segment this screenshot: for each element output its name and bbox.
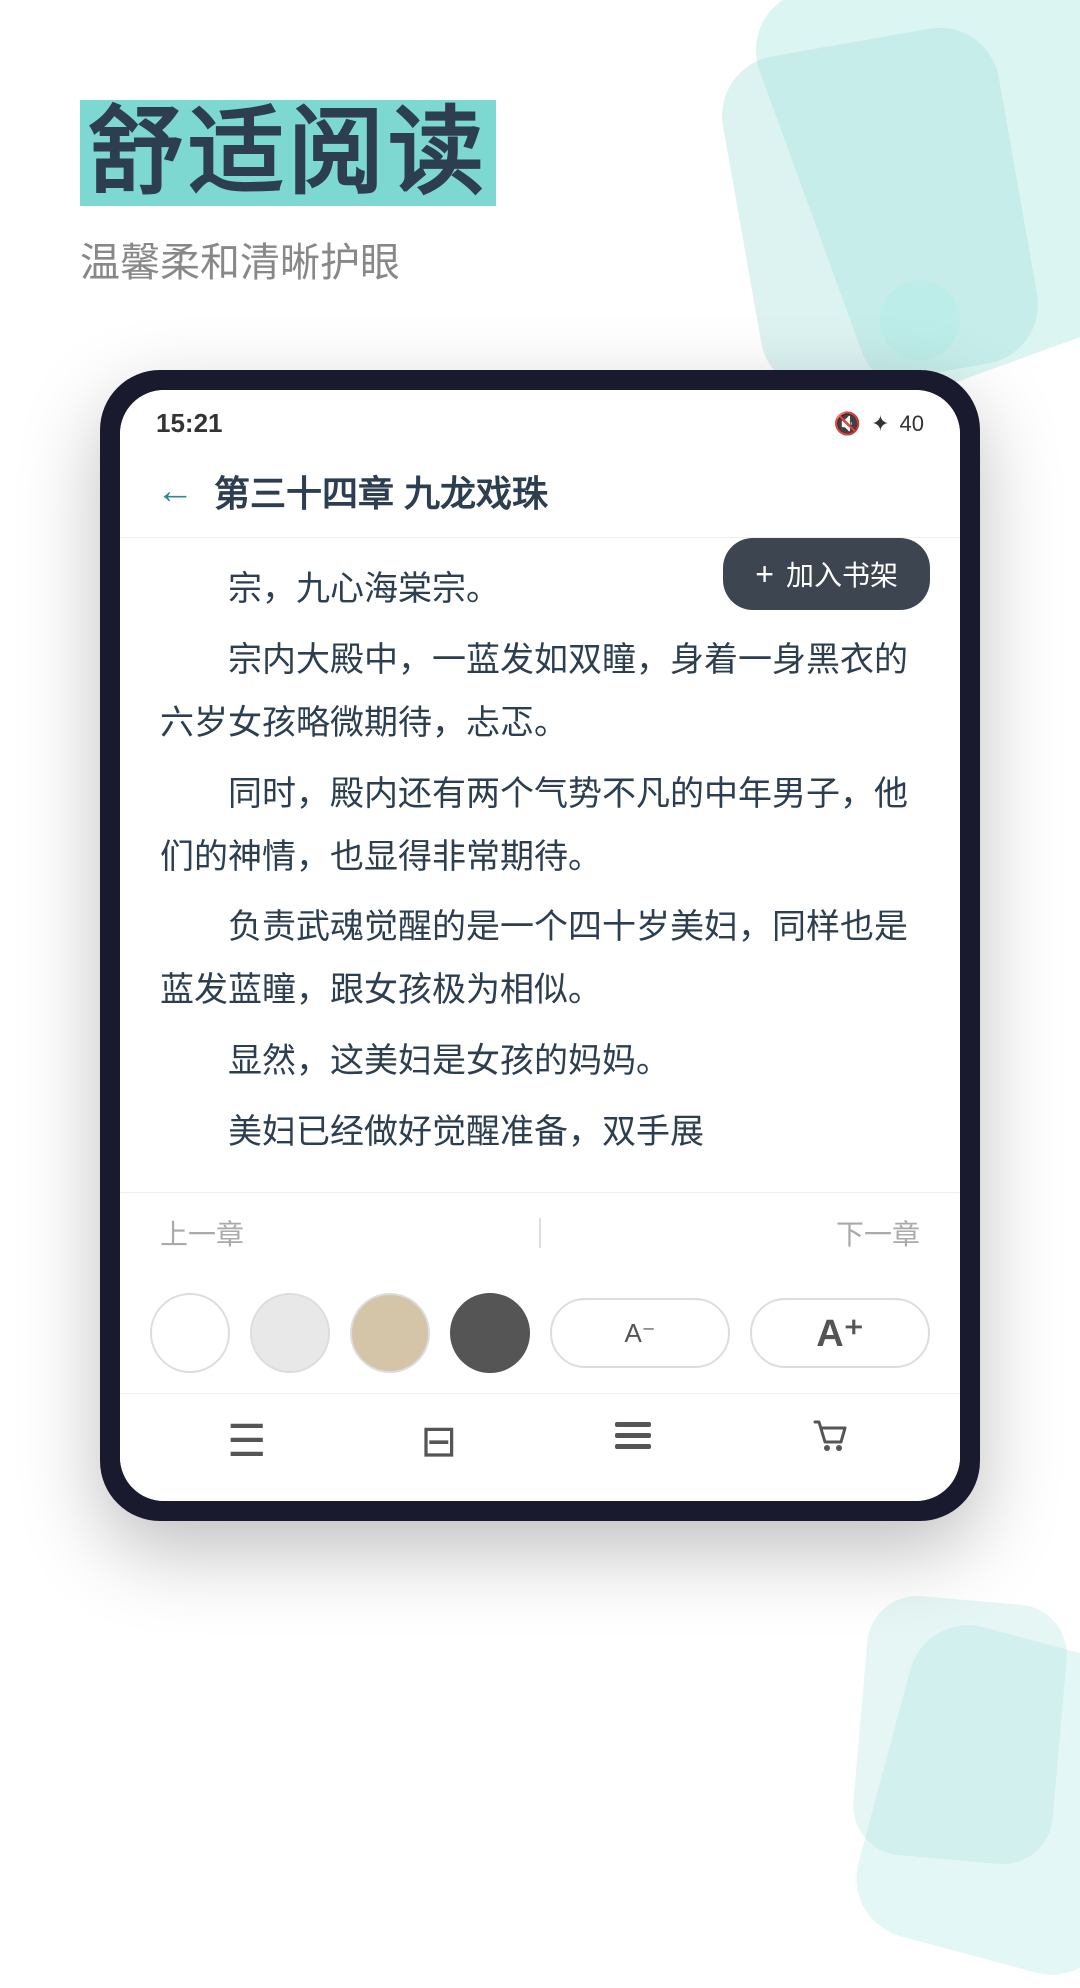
nav-cart[interactable] bbox=[809, 1414, 853, 1473]
plus-icon: + bbox=[755, 556, 774, 593]
bg-shape-br-2 bbox=[849, 1592, 1071, 1868]
hero-title: 舒适阅读 bbox=[80, 100, 496, 206]
hero-title-highlight: 舒适阅读 bbox=[80, 100, 496, 206]
hero-subtitle: 温馨柔和清晰护眼 bbox=[80, 230, 496, 288]
theme-light-gray[interactable] bbox=[250, 1293, 330, 1373]
menu-icon: ☰ bbox=[227, 1416, 266, 1467]
battery-icon: 40 bbox=[900, 411, 924, 437]
tooltip-label: 加入书架 bbox=[786, 554, 898, 594]
bg-circle bbox=[880, 280, 960, 360]
bluetooth-icon: ✦ bbox=[871, 411, 889, 437]
cart-icon bbox=[809, 1414, 853, 1469]
phone-mockup: 15:21 🔇 ✦ 40 ← 第三十四章 九龙戏珠 + 加入书架 宗，九心海棠宗… bbox=[100, 370, 980, 1521]
nav-list[interactable] bbox=[611, 1414, 655, 1473]
volume-icon: 🔇 bbox=[834, 411, 861, 437]
nav-chapters[interactable]: ⊟ bbox=[420, 1416, 457, 1471]
font-decrease-button[interactable]: A⁻ bbox=[550, 1298, 730, 1368]
list-icon bbox=[611, 1414, 655, 1469]
theme-controls: A⁻ A⁺ bbox=[120, 1273, 960, 1393]
bg-shape-2 bbox=[713, 18, 1048, 401]
theme-white[interactable] bbox=[150, 1293, 230, 1373]
content-line-3: 同时，殿内还有两个气势不凡的中年男子，他们的神情，也显得非常期待。 bbox=[160, 763, 920, 889]
prev-chapter-button[interactable]: 上一章 bbox=[160, 1213, 244, 1253]
bottom-navigation: ☰ ⊟ bbox=[120, 1393, 960, 1501]
chapter-navigation: 上一章 下一章 bbox=[120, 1192, 960, 1273]
chapters-icon: ⊟ bbox=[420, 1416, 457, 1467]
phone-screen: 15:21 🔇 ✦ 40 ← 第三十四章 九龙戏珠 + 加入书架 宗，九心海棠宗… bbox=[120, 390, 960, 1501]
nav-menu[interactable]: ☰ bbox=[227, 1416, 266, 1471]
theme-dark[interactable] bbox=[450, 1293, 530, 1373]
status-icons: 🔇 ✦ 40 bbox=[834, 411, 924, 437]
bg-shape-1 bbox=[739, 0, 1080, 409]
content-line-6: 美妇已经做好觉醒准备，双手展 bbox=[160, 1101, 920, 1164]
content-line-5: 显然，这美妇是女孩的妈妈。 bbox=[160, 1030, 920, 1093]
add-to-bookshelf-tooltip[interactable]: + 加入书架 bbox=[723, 538, 930, 610]
content-line-4: 负责武魂觉醒的是一个四十岁美妇，同样也是蓝发蓝瞳，跟女孩极为相似。 bbox=[160, 896, 920, 1022]
next-chapter-button[interactable]: 下一章 bbox=[836, 1213, 920, 1253]
back-button[interactable]: ← bbox=[156, 470, 194, 513]
bg-shape-br-1 bbox=[843, 1612, 1080, 1988]
status-bar: 15:21 🔇 ✦ 40 bbox=[120, 390, 960, 449]
content-line-2: 宗内大殿中，一蓝发如双瞳，身着一身黑衣的六岁女孩略微期待，忐忑。 bbox=[160, 629, 920, 755]
phone-container: 15:21 🔇 ✦ 40 ← 第三十四章 九龙戏珠 + 加入书架 宗，九心海棠宗… bbox=[100, 370, 980, 1521]
status-time: 15:21 bbox=[156, 408, 223, 439]
chapter-title: 第三十四章 九龙戏珠 bbox=[214, 465, 548, 517]
font-increase-button[interactable]: A⁺ bbox=[750, 1298, 930, 1368]
bg-decoration-bottom bbox=[780, 1520, 1080, 1920]
chapter-header: ← 第三十四章 九龙戏珠 bbox=[120, 449, 960, 538]
content-area: 宗，九心海棠宗。 宗内大殿中，一蓝发如双瞳，身着一身黑衣的六岁女孩略微期待，忐忑… bbox=[120, 538, 960, 1192]
nav-divider bbox=[539, 1218, 541, 1248]
theme-beige[interactable] bbox=[350, 1293, 430, 1373]
hero-section: 舒适阅读 温馨柔和清晰护眼 bbox=[80, 100, 496, 288]
